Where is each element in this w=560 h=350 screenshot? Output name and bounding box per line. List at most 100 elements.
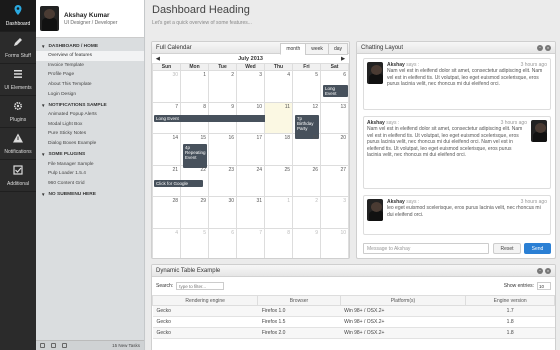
calendar-day-cell[interactable]: 7 Long Event xyxy=(152,101,289,134)
calendar-day-cell[interactable]: 8 xyxy=(264,227,293,258)
profile-name: Akshay Kumar xyxy=(64,11,110,19)
calendar-day-cell[interactable]: 8 xyxy=(180,101,209,134)
collapse-icon[interactable]: − xyxy=(537,44,543,51)
entries-select[interactable]: 10 xyxy=(537,282,551,290)
calendar-day-cell[interactable]: 23 xyxy=(208,164,237,197)
table-row[interactable]: Gecko Firefox 1.0 Win 98+ / OSX.2+ 1.7 xyxy=(152,305,555,317)
table-cell: Win 98+ / OSX.2+ xyxy=(340,305,466,317)
sidebar-section-header[interactable]: ▼ NOTIFICATIONS SAMPLE xyxy=(36,99,144,110)
calendar-day-cell[interactable]: 1 xyxy=(264,196,293,229)
table-column-header[interactable]: Engine version xyxy=(465,295,555,306)
calendar-day-cell[interactable]: 15 4p Repeating Event xyxy=(180,133,209,168)
calendar-day-cell[interactable]: 17 xyxy=(236,133,265,166)
sidebar-section-header[interactable]: ▼ SOME PLUGINS xyxy=(36,148,144,159)
calendar-day-cell[interactable]: 22 xyxy=(180,164,209,197)
main-content: Dashboard Heading Let's get a quick over… xyxy=(146,0,560,350)
calendar-day-cell[interactable]: 9 xyxy=(208,101,237,134)
sidebar-item[interactable]: Animated Popup Alerts xyxy=(36,110,144,120)
calendar-day-cell[interactable]: 5 xyxy=(180,227,209,258)
calendar-day-cell[interactable]: 14 xyxy=(152,133,181,166)
calendar-day-cell[interactable]: 10 xyxy=(320,227,349,258)
calendar-day-cell[interactable]: 3 xyxy=(320,196,349,229)
calendar-day-cell[interactable]: 7 xyxy=(236,227,265,258)
calendar-day-cell[interactable]: 5 xyxy=(292,70,321,103)
send-button[interactable]: Send xyxy=(524,243,551,254)
calendar-day-cell[interactable]: 6 Long Event xyxy=(320,70,349,103)
chat-message-body: 3 hours ago Akshay says : Nam vel est in e… xyxy=(387,62,547,106)
rail-item-label: UI Elements xyxy=(4,85,32,91)
prev-month-icon[interactable]: ◀ xyxy=(156,56,160,62)
calendar-day-cell[interactable]: 27 xyxy=(320,164,349,197)
calendar-day-cell[interactable]: 28 xyxy=(152,196,181,229)
calendar-day-cell[interactable]: 31 xyxy=(236,196,265,229)
calendar-day-cell[interactable]: 10 xyxy=(236,101,265,134)
home-icon[interactable] xyxy=(40,343,45,348)
calendar-day-cell[interactable]: 24 xyxy=(236,164,265,197)
table-row[interactable]: Gecko Firefox 1.5 Win 98+ / OSX.2+ 1.8 xyxy=(152,316,555,328)
calendar-day-cell[interactable]: 19 xyxy=(292,133,321,166)
sidebar-item[interactable]: Dialog Boxes Example xyxy=(36,139,144,149)
calendar-day-cell[interactable]: 6 xyxy=(208,227,237,258)
calendar-day-cell[interactable]: 1 xyxy=(180,70,209,103)
calendar-day-cell[interactable]: 18 xyxy=(264,133,293,166)
rail-item-additional[interactable]: Additional xyxy=(0,160,36,192)
calendar-day-cell[interactable]: 12 7p Birthday Party xyxy=(292,101,321,139)
table-column-header[interactable]: Rendering engine xyxy=(152,295,259,306)
sidebar-item[interactable]: Modal Light Box xyxy=(36,120,144,130)
sidebar-item[interactable]: Invoice Template xyxy=(36,61,144,71)
settings-icon[interactable] xyxy=(51,343,56,348)
close-icon[interactable]: × xyxy=(545,44,551,51)
next-month-icon[interactable]: ▶ xyxy=(341,56,345,62)
sidebar-item[interactable]: Pure Sticky Notes xyxy=(36,129,144,139)
rail-item-dashboard[interactable]: Dashboard xyxy=(0,0,36,32)
sidebar-section-title: DASHBOARD / HOME xyxy=(48,44,99,49)
table-header: Dynamic Table Example − × xyxy=(152,265,555,277)
calendar-day-number: 14 xyxy=(172,135,178,141)
table-cell: Win 98+ / OSX.2+ xyxy=(340,327,466,339)
sidebar-item[interactable]: Overview of features xyxy=(36,51,144,61)
calendar-day-cell[interactable]: 29 xyxy=(180,196,209,229)
sidebar-item[interactable]: Login Design xyxy=(36,89,144,99)
calendar-day-cell[interactable]: 9 xyxy=(292,227,321,258)
sidebar-section-header[interactable]: ▼ DASHBOARD / HOME xyxy=(36,40,144,51)
table-cell: Win 98+ / OSX.2+ xyxy=(340,316,466,328)
calendar-day-cell[interactable]: 20 xyxy=(320,133,349,166)
calendar-day-cell[interactable]: 4 xyxy=(152,227,181,258)
table-column-header[interactable]: Platform(s) xyxy=(339,295,467,306)
calendar-day-cell[interactable]: 2 xyxy=(292,196,321,229)
rail-item-forms-stuff[interactable]: Forms Stuff xyxy=(0,32,36,64)
collapse-icon[interactable]: − xyxy=(537,267,543,274)
calendar-day-cell[interactable]: 11 xyxy=(264,101,293,134)
sidebar-item[interactable]: 960 Content Grid xyxy=(36,179,144,189)
close-icon[interactable]: × xyxy=(545,267,551,274)
search-input[interactable] xyxy=(176,282,225,290)
rail-item-plugins[interactable]: Plugins xyxy=(0,96,36,128)
sidebar-item[interactable]: File Manager Sample xyxy=(36,159,144,169)
calendar-day-cell[interactable]: 13 xyxy=(320,101,349,134)
reset-button[interactable]: Reset xyxy=(493,243,521,254)
calendar-day-cell[interactable]: 4 xyxy=(264,70,293,103)
calendar-day-cell[interactable]: 16 xyxy=(208,133,237,166)
calendar-day-cell[interactable]: 26 xyxy=(292,164,321,197)
calendar-day-cell[interactable]: 25 xyxy=(264,164,293,197)
profile-card[interactable]: Akshay Kumar UI Designer / Developer xyxy=(36,0,144,38)
tasks-count[interactable]: 15 New Tasks xyxy=(112,343,140,348)
sidebar-item[interactable]: Pulp Loader 1.5.4 xyxy=(36,169,144,179)
calendar-day-cell[interactable]: 30 xyxy=(208,196,237,229)
calendar-day-number: 24 xyxy=(256,166,262,173)
rail-item-ui-elements[interactable]: UI Elements xyxy=(0,64,36,96)
chat-input[interactable]: Message to Akshay xyxy=(363,243,489,254)
sidebar-section-header[interactable]: ▼ NO SUBMENU HERE xyxy=(36,188,144,199)
calendar-day-cell[interactable]: 3 xyxy=(236,70,265,103)
sidebar-item[interactable]: Profile Page xyxy=(36,70,144,80)
calendar-day-number: 9 xyxy=(231,103,234,110)
rail-item-notifications[interactable]: Notifications xyxy=(0,128,36,160)
table-column-header[interactable]: Browser xyxy=(257,295,341,306)
calendar-event[interactable]: Long Event xyxy=(323,85,348,98)
sidebar-item[interactable]: About This Template xyxy=(36,80,144,90)
calendar-day-cell[interactable]: 30 xyxy=(152,70,181,103)
calendar-day-cell[interactable]: 2 xyxy=(208,70,237,103)
calendar-day-cell[interactable]: 21 Click for Google xyxy=(152,164,203,197)
table-row[interactable]: Gecko Firefox 2.0 Win 98+ / OSX.2+ 1.8 xyxy=(152,327,555,339)
refresh-icon[interactable] xyxy=(62,343,67,348)
